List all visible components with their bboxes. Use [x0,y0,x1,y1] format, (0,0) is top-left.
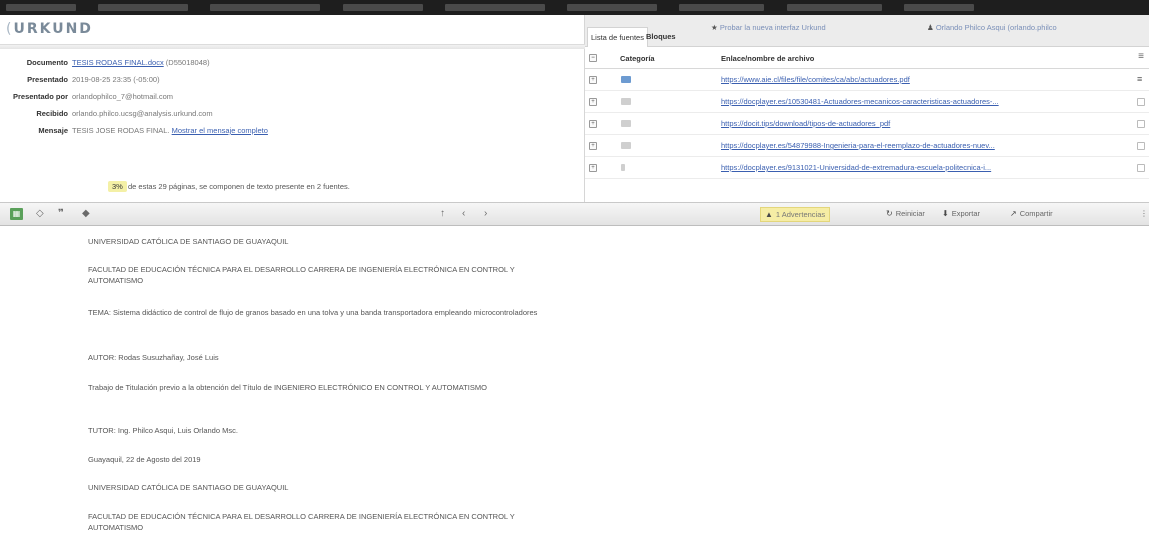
sources-table-header: − Categoría Enlace/nombre de archivo ≡ [585,47,1149,69]
info-row-mensaje: Mensaje TESIS JOSE RODAS FINAL. Mostrar … [0,123,585,139]
document-paragraph: FACULTAD DE EDUCACIÓN TÉCNICA PARA EL DE… [88,512,515,532]
info-divider [0,44,585,49]
document-paragraph: TEMA: Sistema didáctico de control de fl… [88,308,538,317]
column-category[interactable]: Categoría [620,54,655,63]
document-info-panel: (URKUND Documento TESIS RODAS FINAL.docx… [0,15,585,202]
document-id: (D55018048) [163,58,210,67]
expand-icon[interactable]: + [589,142,597,150]
info-row-recibido: Recibido orlando.philco.ucsg@analysis.ur… [0,106,585,122]
chevron-right-icon[interactable]: › [484,208,487,220]
document-paragraph: UNIVERSIDAD CATÓLICA DE SANTIAGO DE GUAY… [88,237,289,246]
bookmark-item[interactable] [903,4,974,11]
star-icon: ★ [711,23,718,32]
similarity-summary: 3% de estas 29 páginas, se componen de t… [0,178,585,198]
internet-source-icon [621,120,631,127]
source-checkbox[interactable] [1137,164,1145,172]
info-label: Presentado por [12,92,68,101]
source-link[interactable]: https://www.aie.cl/files/file/comites/ca… [721,75,1136,84]
document-link[interactable]: TESIS RODAS FINAL.docx [72,58,164,67]
expand-icon[interactable]: + [589,120,597,128]
info-label: Mensaje [38,126,68,135]
expand-icon[interactable]: + [589,164,597,172]
internet-source-icon [621,164,625,171]
submitter-email: orlandophilco_7@hotmail.com [72,92,174,101]
urkund-logo: (URKUND [6,21,93,37]
refresh-icon: ↻ [886,209,893,218]
list-menu-icon[interactable]: ≡ [1137,75,1145,84]
document-paragraph: AUTOR: Rodas Susuzhañay, José Luis [88,353,219,362]
source-checkbox[interactable] [1137,142,1145,150]
quote-icon[interactable]: ❞ [58,208,64,220]
document-paragraph: UNIVERSIDAD CATÓLICA DE SANTIAGO DE GUAY… [88,483,289,492]
bookmark-item[interactable] [6,4,76,11]
column-link[interactable]: Enlace/nombre de archivo [721,54,814,63]
expand-icon[interactable]: + [589,76,597,84]
internet-source-icon [621,142,631,149]
internet-source-icon [621,98,631,105]
source-row[interactable]: + https://docplayer.es/54879988-Ingenier… [585,135,1149,157]
bookmark-item[interactable] [786,4,882,11]
info-row-documento: Documento TESIS RODAS FINAL.docx (D55018… [0,55,585,71]
source-link[interactable]: https://docplayer.es/54879988-Ingenieria… [721,141,1136,150]
source-link[interactable]: https://docit.tips/download/tipos-de-act… [721,119,1136,128]
info-label: Documento [26,58,68,67]
submitted-date: 2019-08-25 23:35 (-05:00) [72,75,160,84]
warnings-button[interactable]: ▲ 1 Advertencias [760,207,831,222]
download-icon: ⬇ [942,209,949,218]
source-row[interactable]: + https://docplayer.es/9131021-Universid… [585,157,1149,179]
user-icon: ♟ [927,23,934,32]
diamond-icon[interactable]: ◇ [36,208,44,220]
browser-bookmarks-bar [0,0,1149,15]
chart-icon[interactable]: ▦ [10,208,23,220]
source-row[interactable]: + https://docit.tips/download/tipos-de-a… [585,113,1149,135]
source-link[interactable]: https://docplayer.es/10530481-Actuadores… [721,97,1136,106]
tab-blocks[interactable]: Bloques [643,27,679,47]
sources-panel: Lista de fuentes Bloques ★ Probar la nue… [585,15,1149,202]
source-link[interactable]: https://docplayer.es/9131021-Universidad… [721,163,1136,172]
bookmark-item[interactable] [342,4,423,11]
tab-source-list[interactable]: Lista de fuentes [587,27,648,47]
source-row[interactable]: + https://www.aie.cl/files/file/comites/… [585,69,1149,91]
bookmark-item[interactable] [210,4,321,11]
source-checkbox[interactable] [1137,120,1145,128]
similarity-text: de estas 29 páginas, se componen de text… [128,182,350,191]
info-row-presentado: Presentado 2019-08-25 23:35 (-05:00) [0,72,585,88]
bookmark-item[interactable] [98,4,189,11]
document-paragraph: Trabajo de Titulación previo a la obtenc… [88,383,487,392]
info-label: Recibido [36,109,68,118]
source-row[interactable]: + https://docplayer.es/10530481-Actuador… [585,91,1149,113]
document-paragraph: TUTOR: Ing. Philco Asqui, Luis Orlando M… [88,426,238,435]
sources-tabs: Lista de fuentes Bloques ★ Probar la nue… [585,15,1149,47]
share-button[interactable]: ↗ Compartir [1010,208,1053,220]
tag-icon[interactable]: ◆ [82,208,90,220]
chevron-left-icon[interactable]: ‹ [462,208,465,220]
reset-button[interactable]: ↻ Reiniciar [886,208,925,220]
bookmark-item[interactable] [679,4,765,11]
bookmark-item[interactable] [444,4,545,11]
more-icon[interactable]: ⋮ [1140,208,1148,220]
document-paragraph: Guayaquil, 22 de Agosto del 2019 [88,455,201,464]
share-icon: ↗ [1010,209,1017,218]
try-new-interface-link[interactable]: ★ Probar la nueva interfaz Urkund [711,23,826,32]
arrow-up-icon[interactable]: ↑ [440,208,445,220]
receiver-email: orlando.philco.ucsg@analysis.urkund.com [72,109,213,118]
internet-source-icon [621,76,631,83]
bookmark-item[interactable] [567,4,658,11]
document-paragraph: FACULTAD DE EDUCACIÓN TÉCNICA PARA EL DE… [88,265,515,285]
message-text: TESIS JOSE RODAS FINAL [72,126,168,135]
show-full-message-link[interactable]: Mostrar el mensaje completo [172,126,268,135]
warning-icon: ▲ [765,210,773,219]
document-viewer: UNIVERSIDAD CATÓLICA DE SANTIAGO DE GUAY… [0,226,1149,541]
collapse-all-icon[interactable]: − [589,54,597,62]
user-menu[interactable]: ♟ Orlando Philco Asqui (orlando.philco [927,23,1149,32]
document-toolbar: ▦ ◇ ❞ ◆ ↑ ‹ › ▲ 1 Advertencias ↻ Reiniciar… [0,202,1149,226]
expand-icon[interactable]: + [589,98,597,106]
list-menu-icon[interactable]: ≡ [1137,52,1145,62]
similarity-badge: 3% [108,181,127,192]
info-row-presentado-por: Presentado por orlandophilco_7@hotmail.c… [0,89,585,105]
source-checkbox[interactable] [1137,98,1145,106]
export-button[interactable]: ⬇ Exportar [942,208,980,220]
info-label: Presentado [27,75,68,84]
